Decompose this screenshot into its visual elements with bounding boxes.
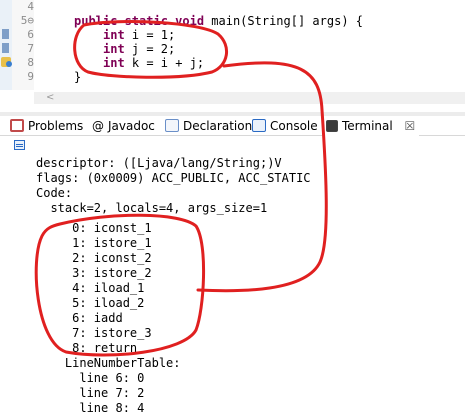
close-icon[interactable]: ☒ [405, 119, 416, 133]
output-line: flags: (0x0009) ACC_PUBLIC, ACC_STATIC [36, 171, 311, 185]
horizontal-scrollbar[interactable]: < [34, 92, 465, 104]
code-line[interactable]: public static void main(String[] args) { [74, 14, 363, 28]
console-icon [252, 119, 266, 132]
tab-javadoc[interactable]: @ Javadoc [92, 116, 155, 136]
tab-label: Terminal [342, 119, 393, 133]
tab-declaration[interactable]: Declaration [165, 116, 252, 136]
tab-label: Problems [28, 119, 84, 133]
code-keyword: int [103, 28, 125, 42]
code-text: k = i + j; [124, 56, 205, 70]
code-line[interactable]: int j = 2; [103, 42, 175, 56]
view-tab-bar: Problems @ Javadoc Declaration Console Te… [0, 116, 465, 136]
bytecode-line: 7: istore_3 [36, 326, 152, 340]
bytecode-line: 0: iconst_1 [36, 221, 152, 235]
code-text: main(String[] args) { [204, 14, 363, 28]
warning-icon[interactable] [1, 57, 12, 67]
bytecode-line: 4: iload_1 [36, 281, 145, 295]
code-keyword: int [103, 42, 125, 56]
code-line[interactable]: int i = 1; [103, 28, 175, 42]
output-line: stack=2, locals=4, args_size=1 [36, 201, 268, 215]
bytecode-line: 2: iconst_2 [36, 251, 152, 265]
problems-icon [10, 119, 24, 132]
tab-terminal[interactable]: Terminal ☒ [322, 116, 420, 136]
code-editor[interactable]: 4 5⊖ 6 7 8 9 public static void main(Str… [0, 0, 465, 104]
output-line: line 7: 2 [36, 386, 145, 400]
output-line: line 6: 0 [36, 371, 145, 385]
line-number: 7 [27, 42, 34, 55]
code-text: } [74, 70, 82, 84]
line-number: 8 [27, 56, 34, 69]
line-number: 9 [27, 70, 34, 83]
bytecode-line: 8: return [36, 341, 138, 355]
tab-label: Declaration [183, 119, 253, 133]
line-number: 5⊖ [20, 14, 34, 27]
bytecode-line: 6: iadd [36, 311, 123, 325]
change-marker-icon [2, 29, 9, 39]
output-line: line 8: 4 [36, 401, 145, 415]
line-number: 4 [27, 0, 34, 13]
javadoc-icon: @ [92, 119, 104, 133]
code-keyword: public static void [74, 14, 205, 28]
tab-label: Javadoc [108, 119, 155, 133]
line-number: 6 [27, 28, 34, 41]
output-line: descriptor: ([Ljava/lang/String;)V [36, 156, 282, 170]
console-view-icon[interactable] [14, 140, 25, 150]
code-line[interactable]: int k = i + j; [103, 56, 204, 70]
code-keyword: int [103, 56, 125, 70]
tab-console[interactable]: Console [252, 116, 318, 136]
code-line[interactable]: } [74, 70, 81, 84]
terminal-icon [326, 120, 338, 132]
bytecode-line: 5: iload_2 [36, 296, 145, 310]
bytecode-line: 3: istore_2 [36, 266, 152, 280]
bytecode-line: 1: istore_1 [36, 236, 152, 250]
console-toolbar [0, 138, 465, 152]
tab-label: Console [270, 119, 318, 133]
declaration-icon [165, 119, 179, 132]
output-line: Code: [36, 186, 73, 200]
code-text: i = 1; [124, 28, 176, 42]
output-line: LineNumberTable: [36, 356, 181, 370]
code-text: j = 2; [124, 42, 176, 56]
scroll-left-arrow[interactable]: < [46, 92, 54, 104]
tab-problems[interactable]: Problems [10, 116, 83, 136]
change-marker-icon [2, 43, 9, 53]
